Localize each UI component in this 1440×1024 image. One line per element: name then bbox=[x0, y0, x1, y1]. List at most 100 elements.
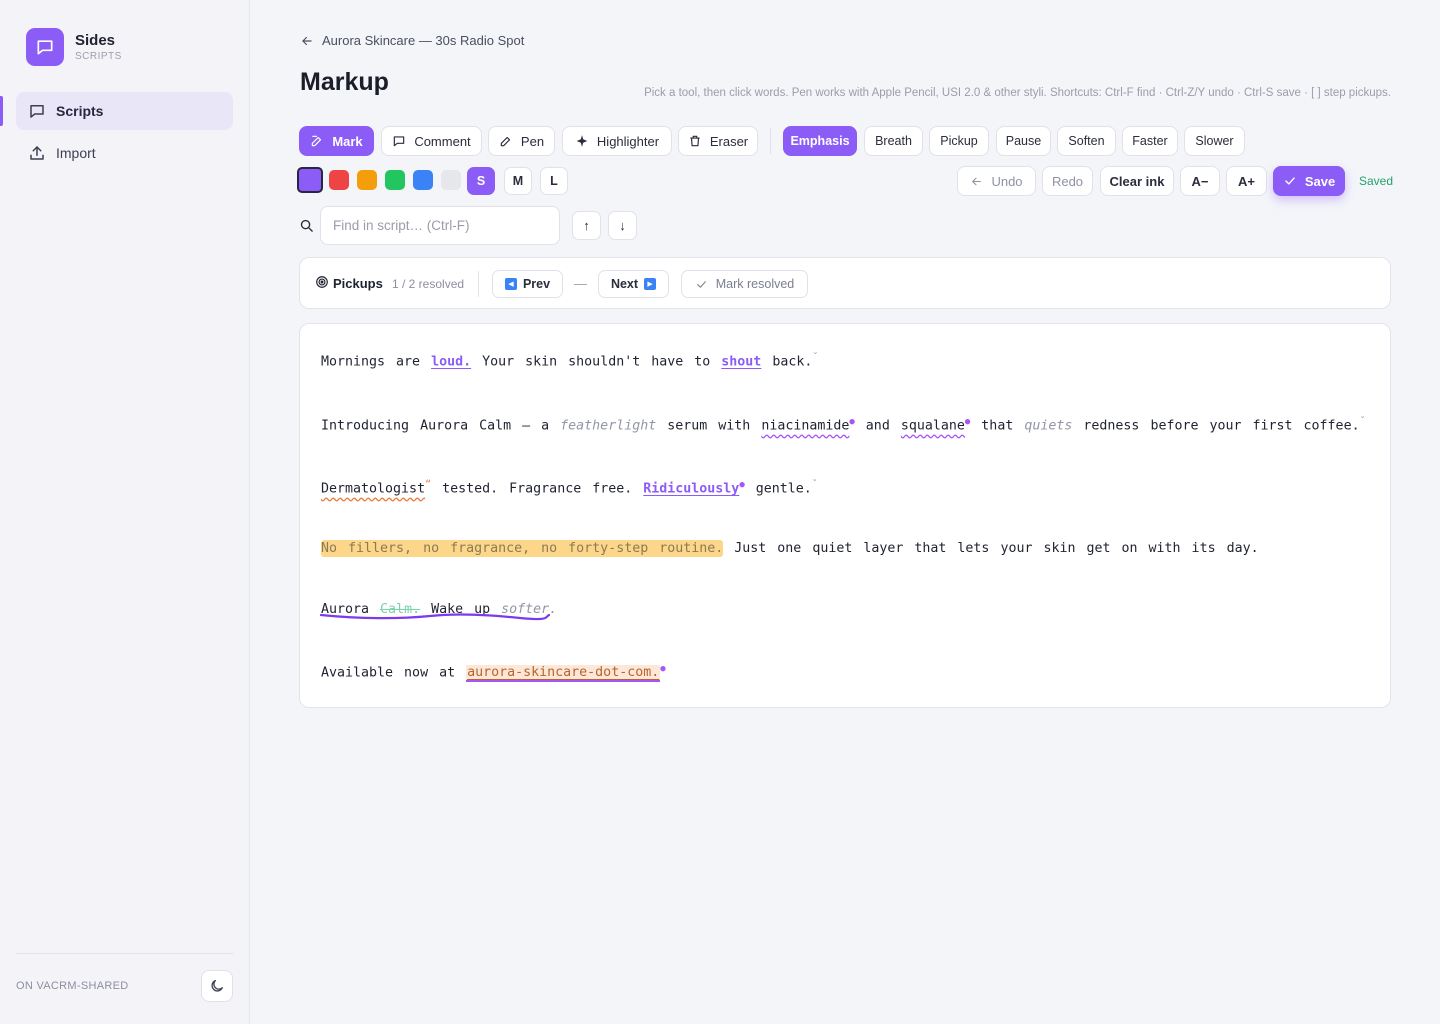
emphasis-word[interactable]: Ridiculously bbox=[643, 481, 739, 496]
pronunciation-word[interactable]: niacinamide bbox=[761, 418, 849, 433]
color-swatch-purple[interactable] bbox=[297, 167, 323, 193]
redo-button[interactable]: Redo bbox=[1042, 166, 1093, 196]
next-pickup-label: Next bbox=[610, 277, 639, 291]
shortcut-hint: Pick a tool, then click words. Pen works… bbox=[644, 87, 1391, 99]
next-pickup-button[interactable]: Next ▶ bbox=[598, 270, 669, 298]
triangle-left-icon: ◀ bbox=[504, 278, 517, 290]
size-small-button[interactable]: S bbox=[467, 167, 495, 195]
pickup-mark-button[interactable]: Pickup bbox=[929, 126, 989, 156]
comment-dot[interactable]: ● bbox=[660, 664, 665, 674]
pickup-word[interactable]: Dermatologist bbox=[321, 481, 425, 496]
comment-tool-button[interactable]: Comment bbox=[381, 126, 482, 156]
size-large-button[interactable]: L bbox=[540, 167, 568, 195]
clear-ink-button[interactable]: Clear ink bbox=[1100, 166, 1174, 196]
mark-tool-button[interactable]: Mark bbox=[299, 126, 374, 156]
highlighted-phrase[interactable]: No fillers, no fragrance, no forty-step … bbox=[321, 540, 724, 557]
prev-pickup-button[interactable]: ◀ Prev bbox=[492, 270, 563, 298]
pickups-separator: — bbox=[574, 276, 587, 291]
search-input[interactable] bbox=[320, 206, 560, 245]
emphasis-word[interactable]: loud. bbox=[431, 354, 471, 369]
eraser-tool-button[interactable]: Eraser bbox=[678, 126, 758, 156]
script-line-2[interactable]: Introducing Aurora Calm — a featherlight… bbox=[321, 416, 1366, 433]
toolbar-divider bbox=[770, 128, 771, 154]
mark-resolved-button[interactable]: Mark resolved bbox=[681, 270, 808, 298]
color-swatch-gray[interactable] bbox=[441, 170, 461, 190]
pronunciation-word[interactable]: squalane bbox=[901, 418, 965, 433]
soften-mark-button[interactable]: Soften bbox=[1057, 126, 1116, 156]
chat-icon bbox=[30, 105, 44, 118]
script-text[interactable]: Mornings are bbox=[321, 354, 431, 369]
pause-mark-button[interactable]: Pause bbox=[996, 126, 1051, 156]
size-medium-button[interactable]: M bbox=[504, 167, 532, 195]
upload-icon bbox=[30, 146, 44, 160]
color-swatch-blue[interactable] bbox=[413, 170, 433, 190]
pickup-url[interactable]: aurora-skincare-dot-com. bbox=[466, 665, 661, 683]
breath-mark-button[interactable]: Breath bbox=[864, 126, 923, 156]
pen-tool-label: Pen bbox=[520, 133, 545, 149]
script-line-4[interactable]: No fillers, no fragrance, no forty-step … bbox=[321, 540, 1259, 557]
script-text[interactable]: that bbox=[970, 418, 1024, 433]
pen-tool-button[interactable]: Pen bbox=[488, 126, 555, 156]
font-increase-button[interactable]: A+ bbox=[1226, 166, 1267, 196]
soften-word[interactable]: featherlight bbox=[560, 418, 656, 433]
script-editor[interactable]: Mornings are loud. Your skin shouldn't h… bbox=[299, 323, 1391, 708]
prev-pickup-label: Prev bbox=[522, 277, 551, 291]
sidebar-divider bbox=[16, 953, 233, 954]
color-swatch-green[interactable] bbox=[385, 170, 405, 190]
faster-mark-button[interactable]: Faster bbox=[1122, 126, 1178, 156]
script-text[interactable]: serum with bbox=[656, 418, 761, 433]
breath-mark[interactable]: ˇ bbox=[812, 352, 818, 363]
theme-toggle-button[interactable] bbox=[201, 970, 233, 1002]
sidebar-item-import[interactable]: Import bbox=[16, 134, 233, 172]
sidebar-item-scripts[interactable]: Scripts bbox=[16, 92, 233, 130]
color-swatch-red[interactable] bbox=[329, 170, 349, 190]
save-label: Save bbox=[1304, 173, 1336, 189]
script-text[interactable]: Introducing Aurora Calm — a bbox=[321, 418, 560, 433]
highlighter-tool-button[interactable]: Highlighter bbox=[562, 126, 672, 156]
pickups-title: Pickups bbox=[333, 276, 383, 291]
script-text[interactable]: back. bbox=[761, 354, 812, 369]
mark-tool-label: Mark bbox=[332, 133, 363, 149]
script-text[interactable]: redness before your first coffee. bbox=[1072, 418, 1359, 433]
eraser-tool-label: Eraser bbox=[709, 133, 749, 149]
brand-subtitle: SCRIPTS bbox=[75, 50, 122, 62]
script-line-3[interactable]: Dermatologist“ tested. Fragrance free. R… bbox=[321, 479, 818, 496]
moon-icon bbox=[211, 980, 223, 992]
brand-title: Sides bbox=[75, 31, 116, 49]
script-text[interactable]: gentle. bbox=[745, 481, 812, 496]
search-next-button[interactable]: ↓ bbox=[608, 211, 637, 240]
check-icon bbox=[1285, 177, 1295, 185]
sidebar-item-label: Import bbox=[56, 145, 96, 161]
undo-button[interactable]: Undo bbox=[957, 166, 1036, 196]
pen-ink-stroke[interactable] bbox=[320, 612, 552, 622]
breath-mark[interactable]: ˇ bbox=[812, 479, 818, 490]
breadcrumb[interactable]: Aurora Skincare — 30s Radio Spot bbox=[300, 33, 524, 48]
script-line-1[interactable]: Mornings are loud. Your skin shouldn't h… bbox=[321, 352, 818, 369]
search-prev-button[interactable]: ↑ bbox=[572, 211, 601, 240]
script-text[interactable]: Just one quiet layer that lets your skin… bbox=[723, 541, 1258, 556]
emphasis-mark-button[interactable]: Emphasis bbox=[783, 126, 857, 156]
sidebar-item-label: Scripts bbox=[56, 103, 104, 119]
mark-resolved-label: Mark resolved bbox=[715, 277, 795, 291]
script-line-6[interactable]: Available now at aurora-skincare-dot-com… bbox=[321, 664, 666, 683]
emphasis-word[interactable]: shout bbox=[721, 354, 761, 369]
pickups-divider bbox=[478, 271, 479, 297]
save-button[interactable]: Save bbox=[1273, 166, 1345, 196]
breath-mark[interactable]: ˇ bbox=[1360, 416, 1366, 427]
arrow-left-icon bbox=[972, 177, 982, 185]
script-text[interactable]: Your skin shouldn't have to bbox=[471, 354, 721, 369]
edit-square-icon bbox=[312, 135, 322, 147]
undo-label: Undo bbox=[991, 173, 1023, 189]
script-text[interactable]: tested. Fragrance free. bbox=[431, 481, 643, 496]
sparkle-icon bbox=[576, 135, 588, 147]
soften-word[interactable]: quiets bbox=[1024, 418, 1072, 433]
font-decrease-button[interactable]: A− bbox=[1180, 166, 1220, 196]
highlighter-tool-label: Highlighter bbox=[596, 133, 660, 149]
script-text[interactable]: Available now at bbox=[321, 665, 466, 680]
save-status: Saved bbox=[1359, 174, 1394, 188]
color-swatch-orange[interactable] bbox=[357, 170, 377, 190]
brand-logo-chat-icon bbox=[26, 28, 64, 66]
brand[interactable]: Sides SCRIPTS bbox=[26, 28, 122, 66]
script-text[interactable]: and bbox=[855, 418, 901, 433]
slower-mark-button[interactable]: Slower bbox=[1184, 126, 1245, 156]
